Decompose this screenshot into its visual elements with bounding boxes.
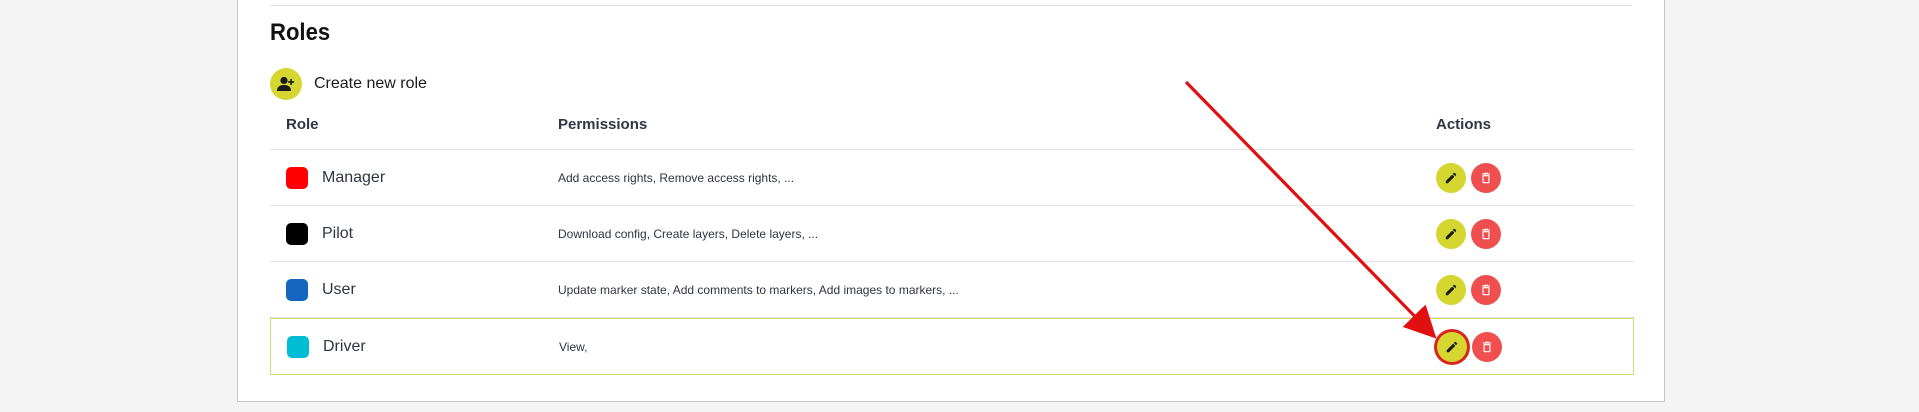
header-role: Role <box>286 116 319 133</box>
table-row-selected: Driver View, <box>270 318 1634 375</box>
roles-table: Role Permissions Actions Manager Add acc… <box>270 107 1634 375</box>
role-color-swatch <box>287 336 309 358</box>
edit-role-button[interactable] <box>1437 332 1467 362</box>
role-permissions: View, <box>559 340 588 354</box>
header-actions: Actions <box>1436 116 1492 133</box>
pencil-icon <box>1445 228 1457 240</box>
trash-icon <box>1481 228 1491 240</box>
table-row: User Update marker state, Add comments t… <box>270 262 1634 318</box>
add-user-icon[interactable] <box>270 68 302 100</box>
section-title: Roles <box>270 19 331 46</box>
role-color-swatch <box>286 279 308 301</box>
role-name: Driver <box>323 338 366 355</box>
delete-role-button[interactable] <box>1471 275 1501 305</box>
delete-role-button[interactable] <box>1472 332 1502 362</box>
role-name: Manager <box>322 169 386 186</box>
pencil-icon <box>1445 172 1457 184</box>
role-color-swatch <box>286 167 308 189</box>
trash-icon <box>1481 172 1491 184</box>
edit-role-button[interactable] <box>1436 219 1466 249</box>
pencil-icon <box>1446 341 1458 353</box>
edit-role-button[interactable] <box>1436 163 1466 193</box>
top-divider <box>270 5 1632 6</box>
role-name: Pilot <box>322 225 354 242</box>
edit-role-button[interactable] <box>1436 275 1466 305</box>
role-color-swatch <box>286 223 308 245</box>
table-row: Manager Add access rights, Remove access… <box>270 150 1634 206</box>
table-row: Pilot Download config, Create layers, De… <box>270 206 1634 262</box>
role-name: User <box>322 281 356 298</box>
role-permissions: Download config, Create layers, Delete l… <box>558 227 819 241</box>
table-header: Role Permissions Actions <box>270 107 1634 150</box>
roles-panel: Roles Create new role Role Permissions A… <box>237 0 1665 402</box>
delete-role-button[interactable] <box>1471 219 1501 249</box>
role-permissions: Update marker state, Add comments to mar… <box>558 283 959 297</box>
create-role-label: Create new role <box>314 75 427 92</box>
header-permissions: Permissions <box>558 116 648 133</box>
create-role-button[interactable]: Create new role <box>270 68 427 100</box>
pencil-icon <box>1445 284 1457 296</box>
trash-icon <box>1482 341 1492 353</box>
delete-role-button[interactable] <box>1471 163 1501 193</box>
trash-icon <box>1481 284 1491 296</box>
role-permissions: Add access rights, Remove access rights,… <box>558 171 795 185</box>
